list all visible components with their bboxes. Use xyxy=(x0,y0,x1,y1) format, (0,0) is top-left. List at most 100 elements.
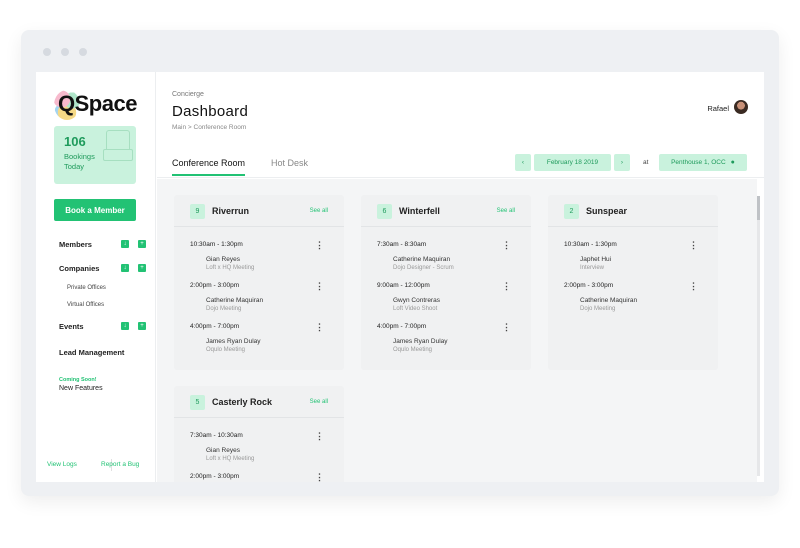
location-picker[interactable]: Penthouse 1, OCC ● xyxy=(659,154,747,171)
booking-item: 9:00am - 12:00pm ⋮ Gwyn Contreras Loft V… xyxy=(361,281,531,323)
booking-member: Catherine Maquiran xyxy=(206,297,264,304)
booking-time: 10:30am - 1:30pm xyxy=(564,241,617,248)
booking-purpose: Loft x HQ Meeting xyxy=(206,265,255,271)
at-label: at xyxy=(643,159,649,166)
room-card: 9 Riverrun See all 10:30am - 1:30pm ⋮ Gi… xyxy=(174,195,344,370)
room-header: 5 Casterly Rock See all xyxy=(174,386,344,418)
breadcrumb[interactable]: Main > Conference Room xyxy=(172,124,246,131)
nav-companies[interactable]: Companies xyxy=(59,264,99,273)
booking-time: 10:30am - 1:30pm xyxy=(190,241,243,248)
more-options-icon[interactable]: ⋮ xyxy=(315,472,324,482)
booking-purpose: Dojo Designer - Scrum xyxy=(393,265,454,271)
rooms-board: 9 Riverrun See all 10:30am - 1:30pm ⋮ Gi… xyxy=(157,179,757,482)
export-icon[interactable]: ↓ xyxy=(121,240,129,248)
page-title: Dashboard xyxy=(172,103,249,120)
room-booking-count: 2 xyxy=(564,204,579,219)
view-logs-link[interactable]: View Logs xyxy=(47,461,77,468)
more-options-icon[interactable]: ⋮ xyxy=(315,322,324,333)
add-icon[interactable]: + xyxy=(138,240,146,248)
booking-purpose: Oqulo Meeting xyxy=(393,347,433,353)
bookings-label: Bookings Today xyxy=(64,152,95,171)
report-bug-link[interactable]: Report a Bug xyxy=(101,461,139,468)
more-options-icon[interactable]: ⋮ xyxy=(502,322,511,333)
more-options-icon[interactable]: ⋮ xyxy=(689,281,698,292)
export-icon[interactable]: ↓ xyxy=(121,264,129,272)
date-picker[interactable]: February 18 2019 xyxy=(534,154,611,171)
add-icon[interactable]: + xyxy=(138,322,146,330)
room-name: Sunspear xyxy=(586,206,628,216)
book-member-button[interactable]: Book a Member xyxy=(54,199,136,221)
window-dot[interactable] xyxy=(43,48,51,56)
nav-events[interactable]: Events xyxy=(59,322,84,331)
more-options-icon[interactable]: ⋮ xyxy=(315,431,324,442)
booking-member: Gwyn Contreras xyxy=(393,297,440,304)
booking-time: 9:00am - 12:00pm xyxy=(377,282,430,289)
booking-item: 10:30am - 1:30pm ⋮ Gian Reyes Loft x HQ … xyxy=(174,240,344,282)
nav-private-offices[interactable]: Private Offices xyxy=(67,285,106,291)
booking-member: James Ryan Dulay xyxy=(206,338,261,345)
room-booking-count: 5 xyxy=(190,395,205,410)
more-options-icon[interactable]: ⋮ xyxy=(689,240,698,251)
window-dot[interactable] xyxy=(79,48,87,56)
nav-members[interactable]: Members xyxy=(59,240,92,249)
room-header: 2 Sunspear xyxy=(548,195,718,227)
logo[interactable]: QSpace xyxy=(54,90,144,122)
nav-virtual-offices[interactable]: Virtual Offices xyxy=(67,302,104,308)
booking-time: 7:30am - 10:30am xyxy=(190,432,243,439)
add-icon[interactable]: + xyxy=(138,264,146,272)
booking-time: 7:30am - 8:30am xyxy=(377,241,427,248)
sidebar: QSpace 106 Bookings Today Book a Member … xyxy=(36,72,156,482)
booking-time: 2:00pm - 3:00pm xyxy=(190,473,240,480)
booking-item: 4:00pm - 7:00pm ⋮ James Ryan Dulay Oqulo… xyxy=(361,322,531,364)
booking-time: 2:00pm - 3:00pm xyxy=(564,282,614,289)
booking-purpose: Interview xyxy=(580,265,605,271)
booking-member: Gian Reyes xyxy=(206,256,240,263)
booking-member: Japhet Hui xyxy=(580,256,612,263)
booking-item: 2:00pm - 3:00pm ⋮ Catherine Maquiran Doj… xyxy=(174,281,344,323)
booking-member: James Ryan Dulay xyxy=(393,338,448,345)
see-all-link[interactable]: See all xyxy=(497,208,515,214)
booking-member: Catherine Maquiran xyxy=(580,297,638,304)
room-card: 5 Casterly Rock See all 7:30am - 10:30am… xyxy=(174,386,344,482)
room-booking-count: 6 xyxy=(377,204,392,219)
booking-member: Gian Reyes xyxy=(206,447,240,454)
logo-text: QSpace xyxy=(58,91,137,116)
window-dot[interactable] xyxy=(61,48,69,56)
tab-conference-room[interactable]: Conference Room xyxy=(172,158,246,176)
nav-new-features[interactable]: New Features xyxy=(59,385,103,392)
booking-purpose: Loft Video Shoot xyxy=(393,306,438,312)
more-options-icon[interactable]: ⋮ xyxy=(502,240,511,251)
room-booking-count: 9 xyxy=(190,204,205,219)
room-name: Riverrun xyxy=(212,206,250,216)
booking-item: 7:30am - 8:30am ⋮ Catherine Maquiran Doj… xyxy=(361,240,531,282)
booking-purpose: Loft x HQ Meeting xyxy=(206,456,255,462)
pin-icon: ● xyxy=(730,159,735,166)
more-options-icon[interactable]: ⋮ xyxy=(502,281,511,292)
booking-time: 4:00pm - 7:00pm xyxy=(190,323,240,330)
see-all-link[interactable]: See all xyxy=(310,208,328,214)
section-label: Concierge xyxy=(172,91,204,98)
chair-icon xyxy=(103,130,133,161)
divider xyxy=(157,177,764,178)
more-options-icon[interactable]: ⋮ xyxy=(315,281,324,292)
prev-date-button[interactable]: ‹ xyxy=(515,154,531,171)
booking-item: 4:00pm - 7:00pm ⋮ James Ryan Dulay Oqulo… xyxy=(174,322,344,364)
bookings-today-card: 106 Bookings Today xyxy=(54,126,136,184)
scrollbar-track[interactable] xyxy=(757,196,760,476)
user-name[interactable]: Rafael xyxy=(707,104,729,113)
scrollbar-thumb[interactable] xyxy=(757,196,760,220)
export-icon[interactable]: ↓ xyxy=(121,322,129,330)
booking-member: Catherine Maquiran xyxy=(393,256,451,263)
next-date-button[interactable]: › xyxy=(614,154,630,171)
nav-lead-management[interactable]: Lead Management xyxy=(59,348,124,357)
window-controls xyxy=(43,48,87,56)
booking-item: 10:30am - 1:30pm ⋮ Japhet Hui Interview xyxy=(548,240,718,282)
tab-hot-desk[interactable]: Hot Desk xyxy=(271,158,308,168)
more-options-icon[interactable]: ⋮ xyxy=(315,240,324,251)
coming-soon-label: Coming Soon! xyxy=(59,377,97,383)
room-card: 6 Winterfell See all 7:30am - 8:30am ⋮ C… xyxy=(361,195,531,370)
booking-time: 2:00pm - 3:00pm xyxy=(190,282,240,289)
see-all-link[interactable]: See all xyxy=(310,399,328,405)
avatar[interactable] xyxy=(734,100,748,114)
app: QSpace 106 Bookings Today Book a Member … xyxy=(36,72,764,482)
